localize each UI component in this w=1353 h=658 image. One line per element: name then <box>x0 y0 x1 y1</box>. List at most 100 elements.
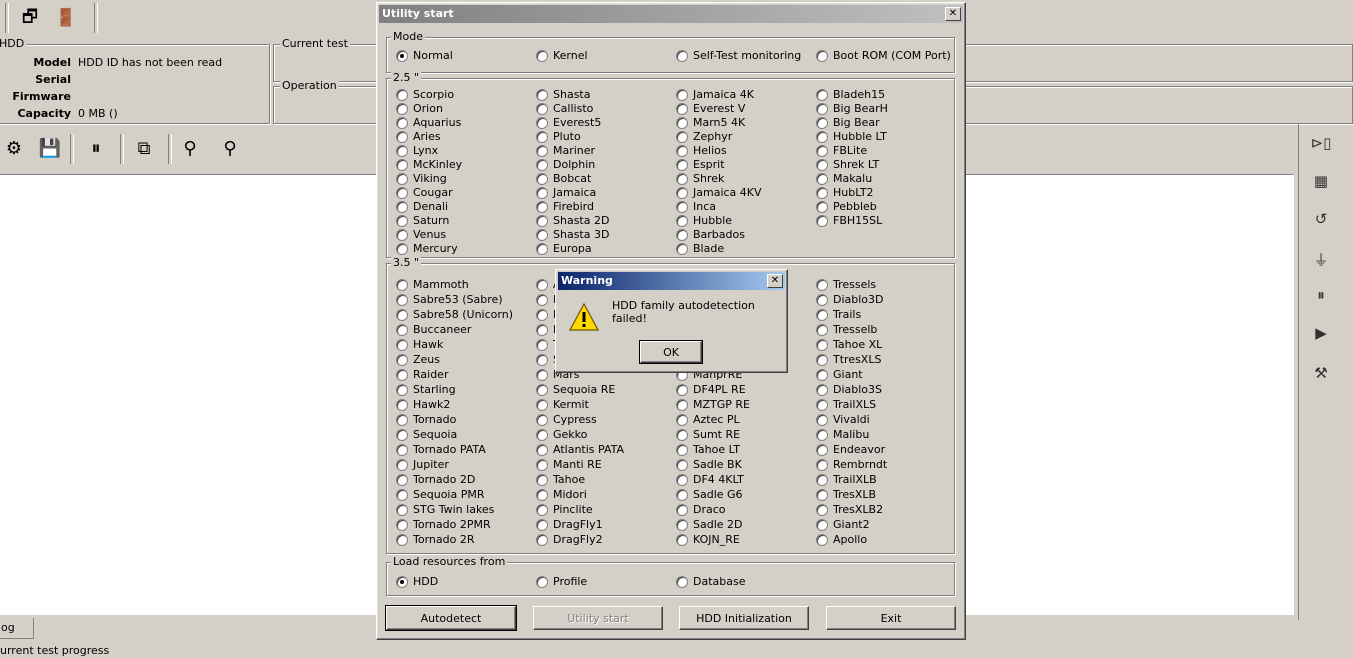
radio-profile[interactable]: Profile <box>536 574 587 589</box>
radio-button[interactable] <box>676 88 688 101</box>
radio-button[interactable] <box>396 575 408 588</box>
radio-button[interactable] <box>396 533 408 546</box>
radio-viking[interactable]: Viking <box>396 171 447 186</box>
radio-button[interactable] <box>676 443 688 456</box>
radio-button[interactable] <box>396 228 408 241</box>
radio-button[interactable] <box>396 116 408 129</box>
radio-ttresxls[interactable]: TtresXLS <box>816 352 881 367</box>
radio-aquarius[interactable]: Aquarius <box>396 115 461 130</box>
radio-button[interactable] <box>396 383 408 396</box>
radio-button[interactable] <box>676 533 688 546</box>
ok-button[interactable]: OK <box>639 340 703 364</box>
windows-icon[interactable]: 🗗 <box>16 4 44 32</box>
radio-kojn-re[interactable]: KOJN_RE <box>676 532 740 547</box>
radio-button[interactable] <box>536 158 548 171</box>
radio-mariner[interactable]: Mariner <box>536 143 595 158</box>
radio-trailxlb[interactable]: TrailXLB <box>816 472 877 487</box>
radio-pinclite[interactable]: Pinclite <box>536 502 593 517</box>
radio-venus[interactable]: Venus <box>396 227 446 242</box>
tools-icon[interactable]: ⚒ <box>1307 360 1335 386</box>
radio-shrek[interactable]: Shrek <box>676 171 724 186</box>
radio-midori[interactable]: Midori <box>536 487 587 502</box>
radio-database[interactable]: Database <box>676 574 746 589</box>
power-icon[interactable]: ⊳▯ <box>1307 130 1335 156</box>
binoculars-next-icon[interactable]: ⚲ <box>216 134 244 162</box>
radio-button[interactable] <box>396 214 408 227</box>
log-tab[interactable]: og <box>0 618 34 639</box>
radio-tahoe[interactable]: Tahoe <box>536 472 585 487</box>
radio-button[interactable] <box>396 428 408 441</box>
radio-button[interactable] <box>676 398 688 411</box>
radio-malibu[interactable]: Malibu <box>816 427 869 442</box>
radio-kermit[interactable]: Kermit <box>536 397 589 412</box>
radio-button[interactable] <box>816 518 828 531</box>
radio-button[interactable] <box>396 49 408 62</box>
radio-apollo[interactable]: Apollo <box>816 532 867 547</box>
radio-sabre58-unicorn[interactable]: Sabre58 (Unicorn) <box>396 307 513 322</box>
radio-tornado-2pmr[interactable]: Tornado 2PMR <box>396 517 491 532</box>
radio-fblite[interactable]: FBLite <box>816 143 867 158</box>
radio-button[interactable] <box>396 242 408 255</box>
settings-icon[interactable]: ⚙ <box>0 134 28 162</box>
radio-jamaica[interactable]: Jamaica <box>536 185 596 200</box>
radio-button[interactable] <box>396 200 408 213</box>
radio-button[interactable] <box>676 130 688 143</box>
radio-sequoia-pmr[interactable]: Sequoia PMR <box>396 487 485 502</box>
radio-denali[interactable]: Denali <box>396 199 448 214</box>
radio-mercury[interactable]: Mercury <box>396 241 458 256</box>
radio-starling[interactable]: Starling <box>396 382 456 397</box>
radio-button[interactable] <box>676 458 688 471</box>
radio-button[interactable] <box>816 443 828 456</box>
radio-button[interactable] <box>676 575 688 588</box>
radio-button[interactable] <box>676 49 688 62</box>
radio-vivaldi[interactable]: Vivaldi <box>816 412 870 427</box>
radio-button[interactable] <box>676 242 688 255</box>
radio-shasta[interactable]: Shasta <box>536 87 590 102</box>
radio-button[interactable] <box>396 130 408 143</box>
radio-hubble[interactable]: Hubble <box>676 213 732 228</box>
radio-everest-v[interactable]: Everest V <box>676 101 745 116</box>
radio-button[interactable] <box>536 428 548 441</box>
radio-hubble-lt[interactable]: Hubble LT <box>816 129 887 144</box>
save-icon[interactable]: 💾 <box>36 134 64 162</box>
radio-stg-twin-lakes[interactable]: STG Twin lakes <box>396 502 494 517</box>
radio-sumt-re[interactable]: Sumt RE <box>676 427 740 442</box>
radio-buccaneer[interactable]: Buccaneer <box>396 322 471 337</box>
radio-tressels[interactable]: Tressels <box>816 277 876 292</box>
radio-button[interactable] <box>536 102 548 115</box>
radio-button[interactable] <box>676 413 688 426</box>
radio-button[interactable] <box>816 503 828 516</box>
radio-button[interactable] <box>676 158 688 171</box>
radio-button[interactable] <box>396 413 408 426</box>
radio-button[interactable] <box>536 49 548 62</box>
radio-tahoe-xl[interactable]: Tahoe XL <box>816 337 882 352</box>
radio-button[interactable] <box>816 533 828 546</box>
radio-button[interactable] <box>396 503 408 516</box>
radio-cougar[interactable]: Cougar <box>396 185 453 200</box>
radio-button[interactable] <box>676 102 688 115</box>
radio-tresxlb[interactable]: TresXLB <box>816 487 876 502</box>
radio-button[interactable] <box>676 144 688 157</box>
play-list-icon[interactable]: ▶ <box>1307 320 1335 346</box>
radio-hawk2[interactable]: Hawk2 <box>396 397 450 412</box>
radio-trailxls[interactable]: TrailXLS <box>816 397 876 412</box>
radio-endeavor[interactable]: Endeavor <box>816 442 885 457</box>
radio-shasta-2d[interactable]: Shasta 2D <box>536 213 609 228</box>
radio-button[interactable] <box>396 88 408 101</box>
radio-aries[interactable]: Aries <box>396 129 441 144</box>
radio-scorpio[interactable]: Scorpio <box>396 87 454 102</box>
radio-button[interactable] <box>816 383 828 396</box>
radio-button[interactable] <box>676 503 688 516</box>
radio-button[interactable] <box>396 158 408 171</box>
radio-kernel[interactable]: Kernel <box>536 48 588 63</box>
radio-trails[interactable]: Trails <box>816 307 861 322</box>
radio-draco[interactable]: Draco <box>676 502 726 517</box>
radio-button[interactable] <box>536 242 548 255</box>
radio-tornado[interactable]: Tornado <box>396 412 456 427</box>
radio-button[interactable] <box>396 308 408 321</box>
radio-button[interactable] <box>816 158 828 171</box>
radio-button[interactable] <box>536 488 548 501</box>
utility-start-button[interactable]: Utility start <box>533 606 663 630</box>
radio-tornado-2d[interactable]: Tornado 2D <box>396 472 475 487</box>
reset-icon[interactable]: ↺ <box>1307 206 1335 232</box>
